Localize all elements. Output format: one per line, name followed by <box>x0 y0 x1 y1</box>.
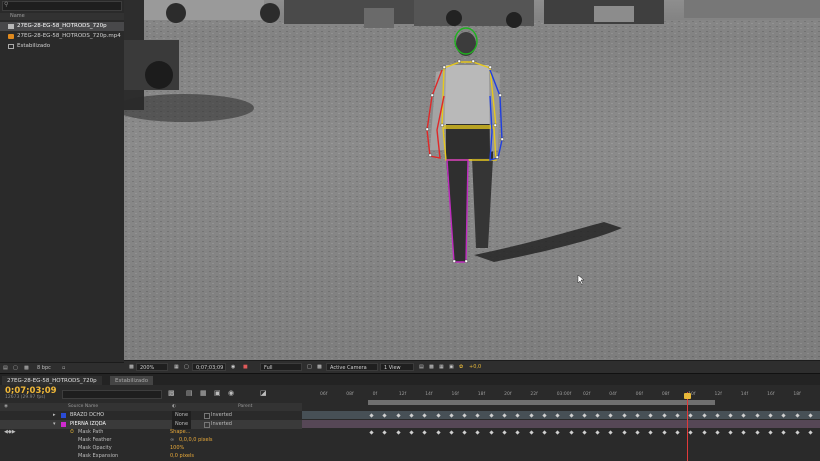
property-name: Mask Expansion <box>78 453 119 459</box>
frame-count: 12673 (29.97 fps) <box>5 395 46 400</box>
project-item-label: 27EG-28-EG-58_HOTRODS_720p <box>17 23 107 29</box>
transparency-grid-icon[interactable]: ▩ <box>314 363 325 371</box>
viewer-toolbar: ▩ 200% ▦ ▢ 0;07;03;09 ◉ ■ Full □ ▩ Activ… <box>124 360 820 373</box>
mask-mode-select[interactable]: None <box>172 411 192 420</box>
column-source-name[interactable]: Source Name <box>68 403 98 411</box>
exposure-value[interactable]: +0,0 <box>466 363 484 371</box>
video-frame <box>124 0 820 360</box>
ruler-tick-label: 18f <box>793 392 801 397</box>
project-panel: ⚲ Name 27EG-28-EG-58_HOTRODS_720p 27EG-2… <box>0 0 125 373</box>
project-item-label: 27EG-28-EG-58_HOTRODS_720p.mp4 <box>17 33 121 39</box>
track-bar[interactable] <box>302 420 820 428</box>
project-item-stabilized[interactable]: Estabilizado <box>0 42 124 51</box>
project-item-footage[interactable]: 27EG-28-EG-58_HOTRODS_720p.mp4 <box>0 32 124 41</box>
ruler-tick-label: 14f <box>425 392 433 397</box>
composition-icon <box>8 24 14 29</box>
current-time-indicator-head[interactable] <box>684 393 691 399</box>
folder-icon <box>8 44 14 49</box>
column-parent[interactable]: Parent <box>238 403 252 411</box>
ruler-tick-label: 06f <box>320 392 328 397</box>
property-row[interactable]: Mask Expansion 0,0 pixels <box>0 452 302 461</box>
comp-mini-flowchart-icon[interactable]: ▩ <box>168 389 175 397</box>
layer-color-label <box>61 413 66 418</box>
ruler-tick-label: 04f <box>609 392 617 397</box>
frame-blending-icon[interactable]: ▣ <box>214 389 221 397</box>
interpret-footage-icon[interactable]: ▤ <box>3 363 8 373</box>
search-icon: ⚲ <box>4 1 9 8</box>
layer-name[interactable]: BRAZO DCHO <box>70 411 104 420</box>
ruler-tick-label: 20f <box>504 392 512 397</box>
inverted-label: Inverted <box>211 412 232 418</box>
av-features-icon: ◉ <box>4 404 8 409</box>
camera-select[interactable]: Active Camera <box>326 363 378 371</box>
project-column-header[interactable]: Name <box>0 13 124 20</box>
ruler-tick-label: 14f <box>740 392 749 397</box>
views-select[interactable]: 1 View <box>380 363 414 371</box>
ruler-tick-label: 18f <box>477 392 486 397</box>
new-folder-icon[interactable]: ▢ <box>13 363 18 373</box>
trash-icon[interactable]: ▫ <box>62 363 65 373</box>
ruler-tick-label: 16f <box>767 392 775 397</box>
layer-row[interactable]: ▸ BRAZO DCHO None Inverted <box>0 411 302 420</box>
hide-shy-layers-icon[interactable]: ▦ <box>200 389 207 397</box>
ruler-tick-label: 03:00f <box>556 392 572 397</box>
expand-arrow-icon[interactable]: ▸ <box>53 411 56 420</box>
mask-visibility-icon[interactable]: ▢ <box>181 363 192 371</box>
ruler-tick-label: 08f <box>661 392 670 397</box>
ruler-tick-label: 0f <box>372 392 378 397</box>
motion-blur-icon[interactable]: ◉ <box>228 389 234 397</box>
project-item-label: Estabilizado <box>17 43 51 49</box>
project-search-input[interactable]: ⚲ <box>2 1 122 11</box>
snapshot-icon[interactable]: ◉ <box>228 363 238 371</box>
ruler-tick-label: 12f <box>398 392 407 397</box>
viewer-timecode[interactable]: 0;07;03;09 <box>192 363 226 371</box>
current-time-indicator[interactable] <box>687 392 688 461</box>
work-area-bar[interactable] <box>368 400 715 405</box>
video-file-icon <box>8 34 14 39</box>
ruler-tick-label: 12f <box>714 392 722 397</box>
property-value[interactable]: 0,0 pixels <box>170 452 194 461</box>
bpc-label[interactable]: 8 bpc <box>37 363 51 373</box>
channel-icon[interactable]: ■ <box>240 363 251 371</box>
inverted-checkbox[interactable] <box>204 413 210 419</box>
ruler-tick-label: 16f <box>451 392 459 397</box>
ruler-tick-label: 06f <box>635 392 643 397</box>
switches-icon: ◐ <box>172 404 176 409</box>
exposure-icon[interactable]: ✿ <box>456 363 466 371</box>
composition-viewer[interactable] <box>124 0 820 360</box>
ruler-tick-label: 02f <box>583 392 591 397</box>
layer-color-label <box>61 422 66 427</box>
zoom-select[interactable]: 200% <box>136 363 168 371</box>
resolution-select[interactable]: Full <box>260 363 302 371</box>
graph-editor-icon[interactable]: ◪ <box>260 389 267 397</box>
timeline-search-input[interactable] <box>62 390 162 399</box>
project-footer: ▤ ▢ ▩ 8 bpc ▫ <box>0 362 124 373</box>
ruler-tick-label: 22f <box>530 392 538 397</box>
draft-3d-icon[interactable]: ▤ <box>186 389 193 397</box>
layer-column-header: ◉ Source Name ◐ Parent <box>0 403 302 411</box>
ruler-tick-label: 08f <box>346 392 354 397</box>
project-item-composition[interactable]: 27EG-28-EG-58_HOTRODS_720p <box>0 22 124 31</box>
new-composition-icon[interactable]: ▩ <box>24 363 29 373</box>
